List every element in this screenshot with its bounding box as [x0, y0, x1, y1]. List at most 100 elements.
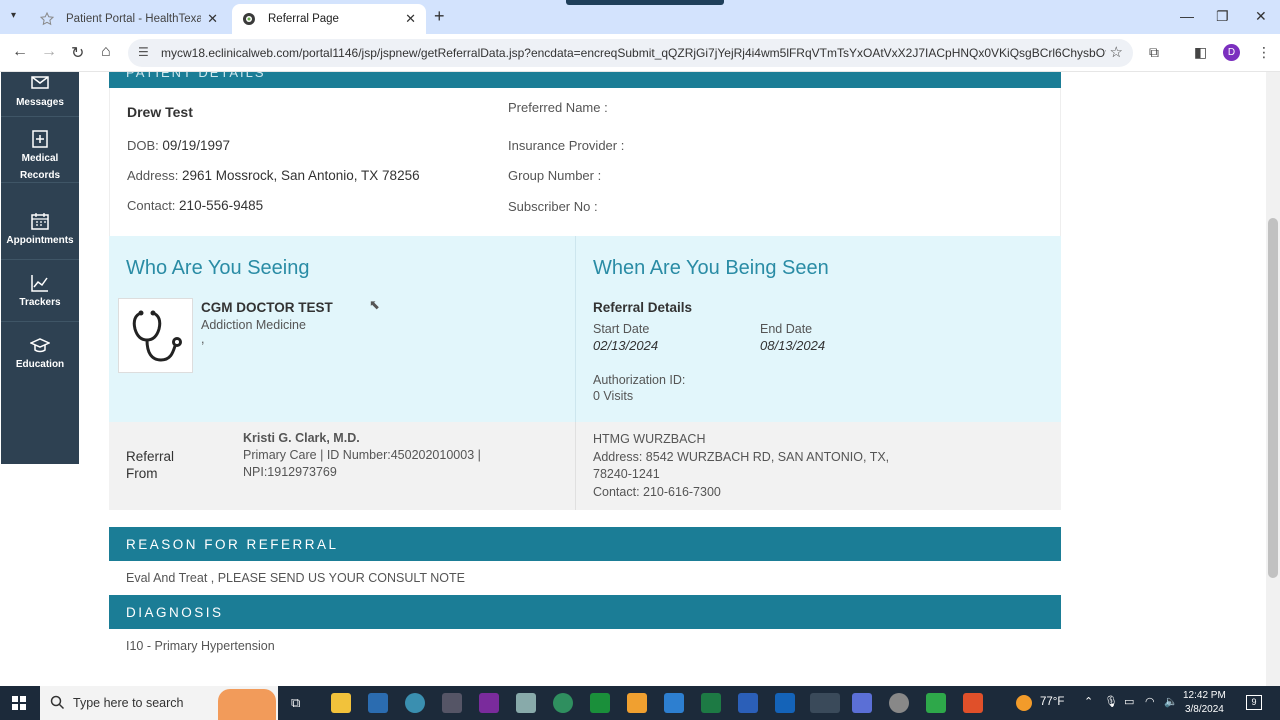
new-tab-icon[interactable]: + [434, 6, 445, 27]
sidebar-item-appointments[interactable]: Appointments [1, 200, 79, 260]
app-globe-icon[interactable] [553, 693, 573, 713]
referring-provider: Kristi G. Clark, M.D. [243, 431, 360, 445]
diagnosis-text: I10 - Primary Hypertension [126, 639, 275, 653]
who-are-you-seeing-section: Who Are You Seeing CGM DOCTOR TEST Addic… [109, 236, 575, 422]
tray-chevron-icon[interactable]: ⌃ [1084, 695, 1093, 708]
end-date-value: 08/13/2024 [760, 338, 826, 353]
referral-from-label: Referral From [126, 449, 175, 481]
facility-zip: 78240-1241 [593, 467, 660, 481]
bookmark-star-icon[interactable]: ☆ [1110, 43, 1123, 61]
menu-kebab-icon[interactable]: ⋮ [1257, 44, 1271, 61]
when-are-you-being-seen-section: When Are You Being Seen Referral Details… [575, 236, 1061, 422]
browser-toolbar: ← → ↻ ⌂ ☰ mycw18.eclinicalweb.com/portal… [0, 34, 1280, 72]
app-c-green-icon[interactable] [926, 693, 946, 713]
tab-referral-page[interactable]: Referral Page ✕ [232, 4, 426, 34]
graduation-cap-icon [30, 338, 50, 353]
insurance-provider-label: Insurance Provider : [508, 138, 625, 153]
site-info-icon[interactable]: ☰ [138, 45, 149, 59]
authorization-id-label: Authorization ID: [593, 373, 686, 387]
patient-dob: DOB: 09/19/1997 [127, 138, 230, 153]
close-window-icon[interactable]: ✕ [1255, 8, 1267, 25]
app-teal-icon[interactable] [405, 693, 425, 713]
mouse-cursor-icon: ⬉ [369, 297, 380, 312]
windows-taskbar: Type here to search ⧉ 77°F ⌃ 🎙 ▭ ◠ 🔈 12:… [0, 686, 1280, 720]
doctor-name: CGM DOCTOR TEST [201, 300, 333, 315]
sidebar-item-messages[interactable]: Messages [1, 72, 79, 117]
subscriber-no-label: Subscriber No : [508, 199, 598, 214]
window-top-accent [566, 0, 724, 5]
notifications-icon[interactable]: 9 [1246, 695, 1262, 710]
ecw-favicon-icon [242, 12, 256, 26]
taskbar-clock[interactable]: 12:42 PM 3/8/2024 [1183, 689, 1226, 717]
row-divider [575, 422, 576, 510]
start-date-label: Start Date [593, 322, 650, 336]
reason-text: Eval And Treat , PLEASE SEND US YOUR CON… [126, 571, 466, 585]
outlook-icon[interactable] [775, 693, 795, 713]
minimize-icon[interactable]: — [1180, 8, 1194, 24]
home-icon[interactable]: ⌂ [101, 43, 111, 61]
volume-icon[interactable]: 🔈 [1164, 695, 1178, 708]
doctor-specialty: Addiction Medicine [201, 318, 306, 332]
task-view-icon[interactable]: ⧉ [291, 695, 300, 711]
facility-contact: Contact: 210-616-7300 [593, 485, 721, 499]
word-icon[interactable] [738, 693, 758, 713]
wifi-icon[interactable]: ◠ [1145, 695, 1155, 708]
browser-tab-bar: ▾ Patient Portal - HealthTexas Me ✕ Refe… [0, 0, 1280, 34]
group-number-label: Group Number : [508, 168, 602, 183]
portal-sidebar: Messages Medical Records Appointments Tr… [1, 72, 79, 464]
maximize-icon[interactable]: ❐ [1216, 8, 1229, 25]
close-tab-icon[interactable]: ✕ [405, 11, 416, 27]
app-gray-icon[interactable] [889, 693, 909, 713]
forward-icon[interactable]: → [41, 43, 57, 61]
facility-name: HTMG WURZBACH [593, 432, 706, 446]
patient-details-header: PATIENT DETAILS [109, 72, 1061, 88]
app-blue-icon[interactable] [664, 693, 684, 713]
tab-search-icon[interactable]: ▾ [11, 10, 16, 21]
facility-address: Address: 8542 WURZBACH RD, SAN ANTONIO, … [593, 450, 890, 464]
app-cloud-icon[interactable] [516, 693, 536, 713]
teams-icon[interactable] [852, 693, 872, 713]
calendar-icon [31, 213, 49, 230]
onenote-icon[interactable] [479, 693, 499, 713]
extensions-icon[interactable]: ⧉ [1149, 44, 1159, 61]
patient-details: Drew Test DOB: 09/19/1997 Address: 2961 … [109, 88, 1061, 236]
back-icon[interactable]: ← [12, 43, 28, 61]
camera-icon[interactable] [442, 693, 462, 713]
scrollbar-thumb[interactable] [1268, 218, 1278, 578]
excel-icon[interactable] [701, 693, 721, 713]
sidebar-item-education[interactable]: Education [1, 324, 79, 384]
close-tab-icon[interactable]: ✕ [207, 11, 218, 27]
battery-icon[interactable]: ▭ [1124, 695, 1134, 708]
sidebar-item-trackers[interactable]: Trackers [1, 262, 79, 322]
side-panel-icon[interactable]: ◧ [1194, 44, 1207, 61]
weather-temp[interactable]: 77°F [1040, 696, 1064, 708]
windows-start-icon[interactable] [12, 696, 26, 710]
visits-value: 0 Visits [593, 389, 634, 403]
stethoscope-icon [118, 298, 193, 373]
url-text[interactable]: mycw18.eclinicalweb.com/portal1146/jsp/j… [161, 46, 1106, 60]
tab-patient-portal[interactable]: Patient Portal - HealthTexas Me ✕ [30, 4, 228, 34]
file-explorer-icon[interactable] [331, 693, 351, 713]
app-s-icon[interactable] [368, 693, 388, 713]
address-bar[interactable]: ☰ mycw18.eclinicalweb.com/portal1146/jsp… [128, 39, 1133, 67]
when-heading: When Are You Being Seen [593, 257, 829, 279]
chrome-icon[interactable] [810, 693, 840, 713]
search-highlight-icon [218, 689, 276, 720]
app-orange-icon[interactable] [627, 693, 647, 713]
star-favicon-icon [39, 11, 55, 26]
patient-name: Drew Test [127, 104, 193, 120]
microphone-icon[interactable]: 🎙 [1104, 695, 1118, 708]
reason-for-referral-header: REASON FOR REFERRAL [109, 527, 1061, 561]
diagnosis-header: DIAGNOSIS [109, 595, 1061, 629]
envelope-icon [31, 76, 49, 89]
sidebar-item-medical-records[interactable]: Medical Records [1, 118, 79, 183]
end-date-label: End Date [760, 322, 813, 336]
reload-icon[interactable]: ↻ [71, 43, 84, 63]
chart-icon [31, 275, 48, 292]
app-green-icon[interactable] [590, 693, 610, 713]
app-c-orange-icon[interactable] [963, 693, 983, 713]
profile-avatar[interactable]: D [1223, 44, 1240, 61]
patient-address: Address: 2961 Mossrock, San Antonio, TX … [127, 168, 420, 183]
referral-details-label: Referral Details [593, 300, 693, 315]
taskbar-search[interactable]: Type here to search [40, 686, 278, 720]
